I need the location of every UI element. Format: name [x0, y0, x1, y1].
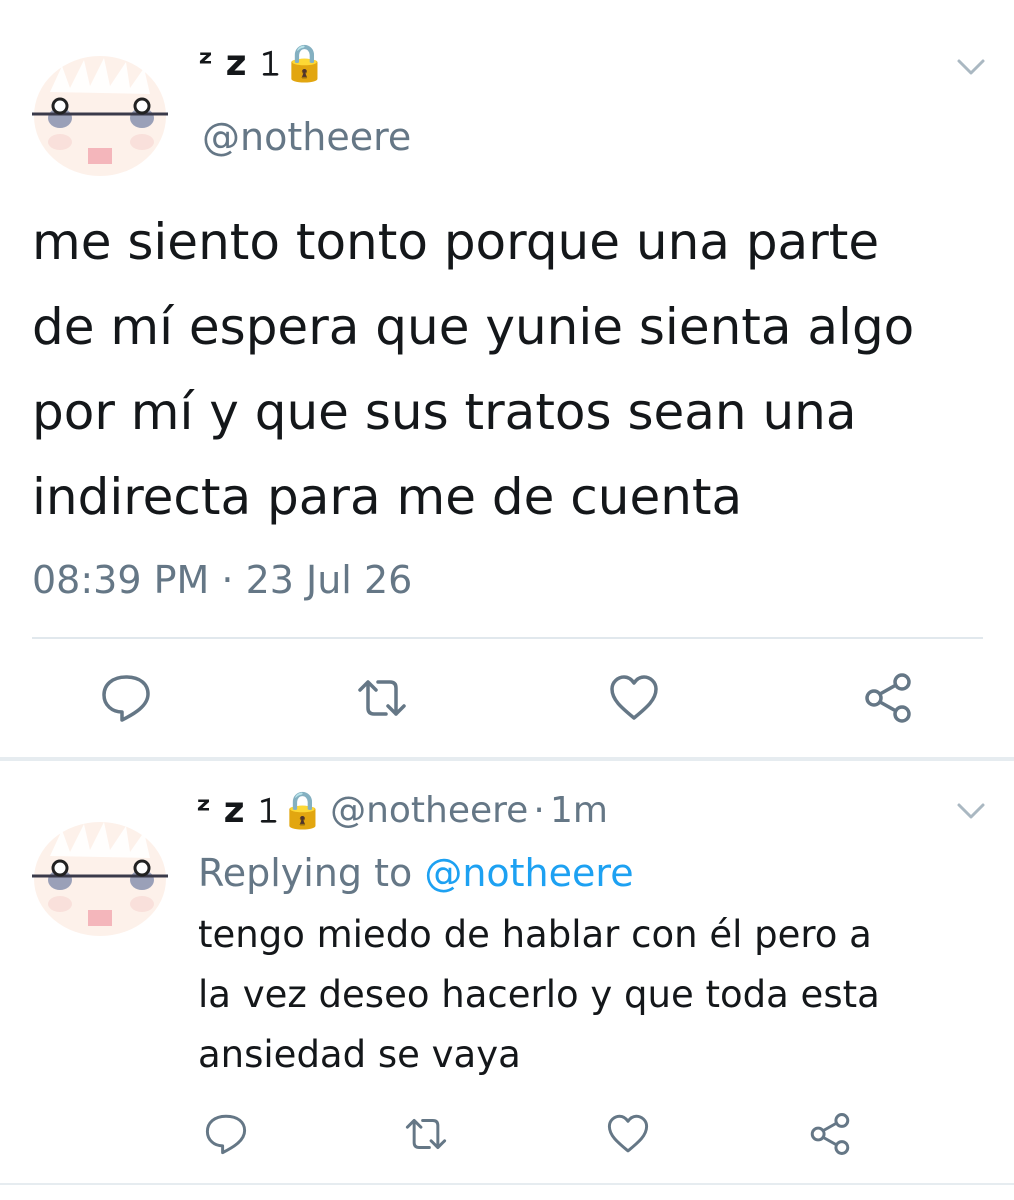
- reply-header: ᶻ z 𝟷🔒 @notheere · 1m: [196, 786, 608, 842]
- meta-separator: ·: [533, 790, 545, 831]
- retweet-icon[interactable]: [356, 672, 408, 724]
- divider: [32, 637, 983, 639]
- tweet-time: 08:39 PM: [32, 558, 210, 602]
- meta-separator: ·: [221, 558, 234, 602]
- tweet-text-line: indirecta para me de cuenta: [32, 468, 743, 526]
- retweet-icon[interactable]: [404, 1112, 448, 1156]
- replying-to-handle-link[interactable]: @notheere: [424, 851, 633, 895]
- divider: [0, 1183, 1014, 1185]
- tweet-text-line: ansiedad se vaya: [198, 1033, 521, 1076]
- share-icon[interactable]: [808, 1112, 852, 1156]
- share-icon[interactable]: [862, 672, 914, 724]
- tweet-text-line: de mí espera que yunie sienta algo: [32, 298, 915, 356]
- tweet-text-line: tengo miedo de hablar con él pero a: [198, 913, 872, 956]
- replying-to-label: Replying to: [198, 851, 413, 895]
- tweet-separator: [0, 757, 1014, 761]
- chevron-down-icon[interactable]: [956, 56, 986, 78]
- reply-bubble-icon[interactable]: [204, 1112, 248, 1156]
- heart-icon[interactable]: [608, 672, 660, 724]
- tweet-text: tengo miedo de hablar con él pero a la v…: [198, 905, 988, 1085]
- user-handle[interactable]: @notheere: [330, 790, 528, 831]
- tweet-text-line: la vez deseo hacerlo y que toda esta: [198, 973, 880, 1016]
- heart-icon[interactable]: [606, 1112, 650, 1156]
- tweet-text-line: por mí y que sus tratos sean una: [32, 383, 857, 441]
- avatar[interactable]: [30, 818, 170, 940]
- tweet-text-line: me siento tonto porque una parte: [32, 213, 880, 271]
- tweet-timestamp[interactable]: 08:39 PM · 23 Jul 26: [32, 552, 412, 608]
- tweet-text: me siento tonto porque una parte de mí e…: [32, 200, 992, 540]
- reply-bubble-icon[interactable]: [100, 672, 152, 724]
- tweet-date: 23 Jul 26: [245, 558, 413, 602]
- chevron-down-icon[interactable]: [956, 800, 986, 822]
- tweet-time[interactable]: 1m: [550, 790, 608, 831]
- display-name[interactable]: ᶻ z 𝟷🔒: [198, 40, 327, 88]
- user-handle[interactable]: @notheere: [202, 113, 411, 161]
- avatar[interactable]: [30, 52, 170, 180]
- display-name[interactable]: ᶻ z 𝟷🔒: [196, 790, 325, 831]
- replying-to: Replying to @notheere: [198, 848, 634, 898]
